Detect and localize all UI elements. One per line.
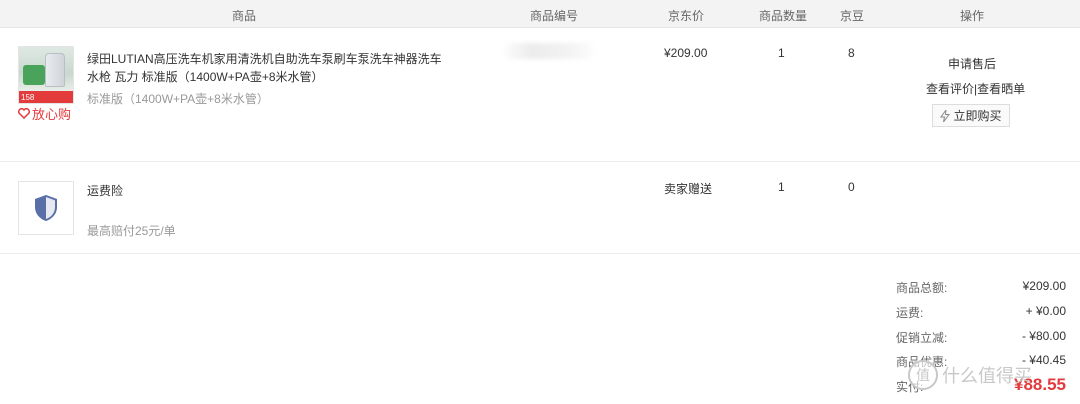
insurance-quantity: 1 [778,180,785,194]
summary-shipping-value: + ¥0.00 [1025,304,1066,318]
after-sale-link[interactable]: 申请售后 [948,55,996,72]
insurance-title[interactable]: 运费险 [87,182,123,199]
buy-again-button[interactable]: 立即购买 [932,104,1010,127]
buy-again-label: 立即购买 [953,109,1002,123]
watermark-text: 什么值得买 [942,366,1032,386]
order-table-header: 商品 商品编号 京东价 商品数量 京豆 操作 [0,0,1080,28]
lightning-icon [940,109,951,122]
header-operations: 操作 [960,9,985,23]
summary-shipping-label: 运费: [896,306,924,320]
product-quantity: 1 [778,46,785,60]
fangxin-badge: 放心购 [18,104,71,123]
summary-promo-label: 促销立减: [896,331,948,345]
product-image-price: 158 [21,93,35,102]
product-thumbnail[interactable]: 158 [18,46,74,104]
product-price: ¥209.00 [664,46,708,60]
summary-total-label: 商品总额: [896,281,948,295]
header-price: 京东价 [668,9,705,23]
header-product-code: 商品编号 [530,9,579,23]
product-spec: 标准版（1400W+PA壶+8米水管） [87,92,269,106]
header-quantity: 商品数量 [759,9,808,23]
product-title-line2[interactable]: 水枪 瓦力 标准版（1400W+PA壶+8米水管） [87,68,324,85]
heart-icon [18,108,30,119]
product-jingdou: 8 [848,46,855,60]
smzdm-logo-icon: 值 [908,360,938,390]
product-code-blurred [505,43,593,59]
review-links[interactable]: 查看评价|查看晒单 [926,80,1025,97]
shield-icon [35,195,57,221]
header-product: 商品 [232,9,257,23]
smzdm-watermark: 值 什么值得买 [908,360,1032,390]
insurance-thumbnail [18,181,74,235]
product-image-bottle [45,53,65,87]
summary-total-value: ¥209.00 [1022,279,1066,293]
insurance-desc: 最高赔付25元/单 [87,224,176,238]
header-jingdou: 京豆 [840,9,865,23]
summary-promo-value: - ¥80.00 [1021,329,1066,343]
row-divider [0,161,1080,162]
insurance-price: 卖家赠送 [664,182,713,196]
insurance-jingdou: 0 [848,180,855,194]
row-divider [0,253,1080,254]
product-image-machine [23,65,45,85]
product-title-line1[interactable]: 绿田LUTIAN高压洗车机家用清洗机自助洗车泵刷车泵洗车神器洗车 [87,50,442,67]
fangxin-label: 放心购 [32,107,72,122]
